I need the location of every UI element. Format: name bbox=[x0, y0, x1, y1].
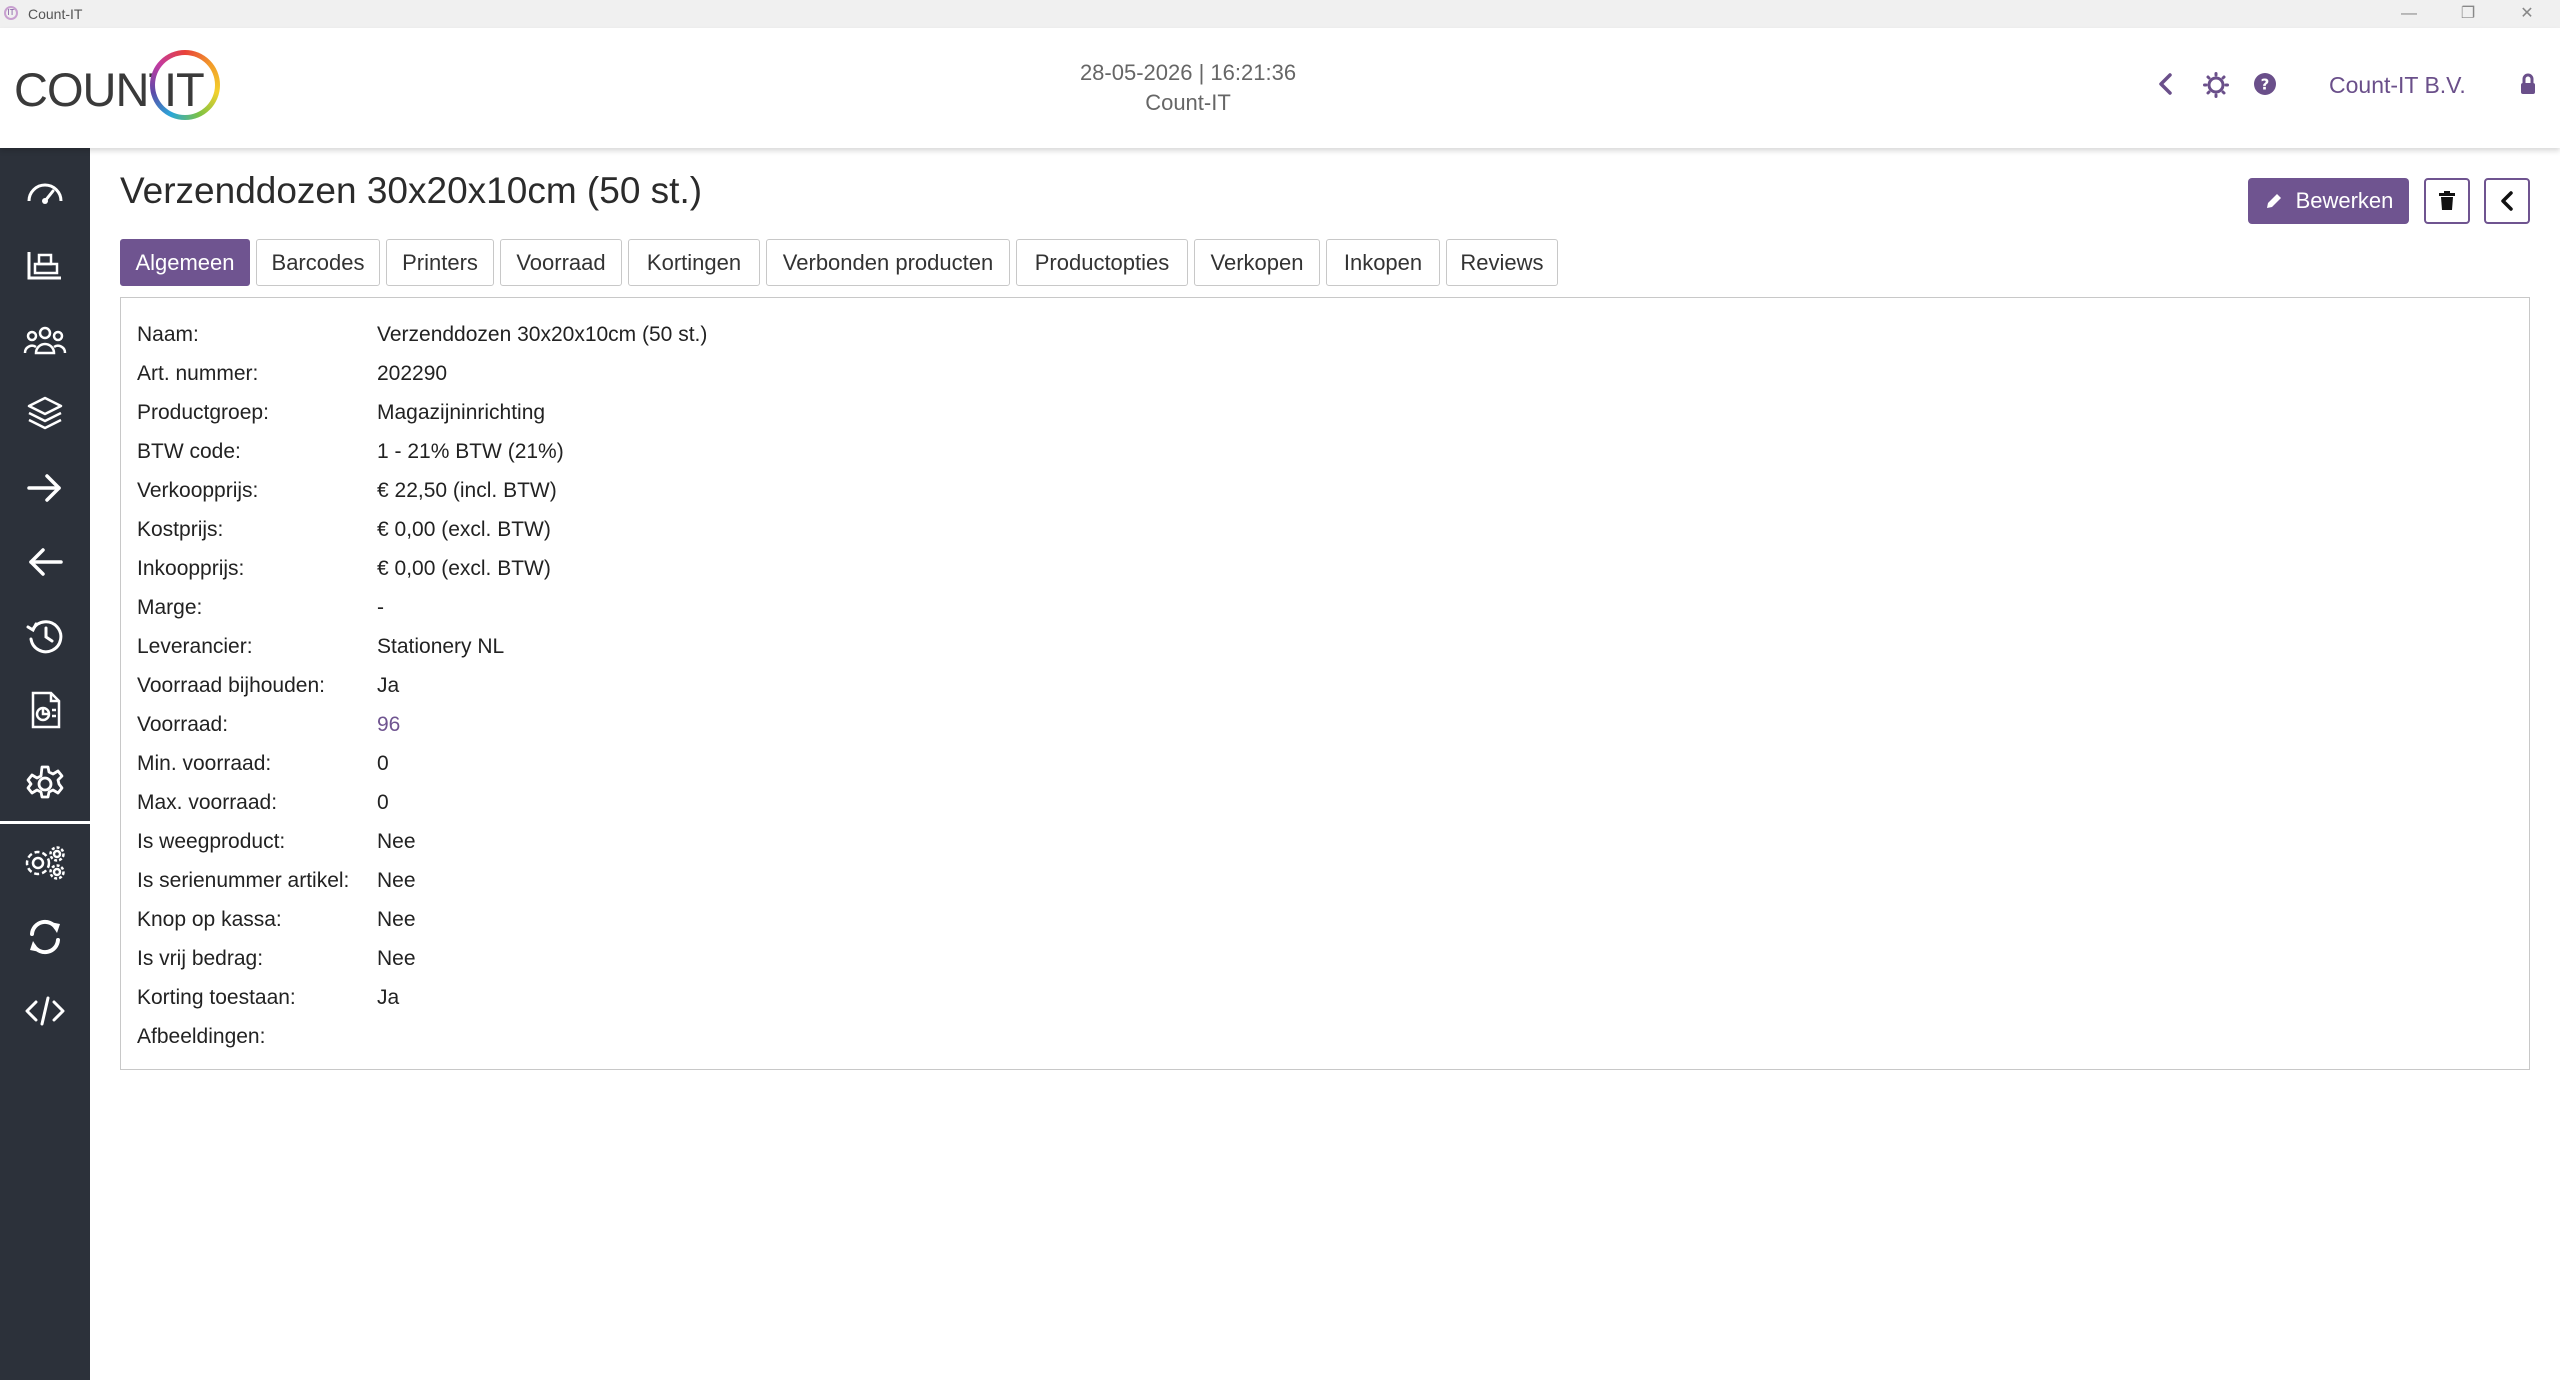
minimize-button[interactable]: — bbox=[2389, 2, 2429, 26]
trash-icon bbox=[2439, 191, 2455, 210]
settings-icon bbox=[26, 765, 64, 799]
svg-text:?: ? bbox=[2261, 76, 2270, 94]
tab-verbonden-producten[interactable]: Verbonden producten bbox=[766, 239, 1010, 286]
edit-button-label: Bewerken bbox=[2295, 188, 2394, 213]
tab-verkopen[interactable]: Verkopen bbox=[1194, 239, 1320, 286]
chevron-left-icon bbox=[2501, 191, 2513, 211]
close-button[interactable]: ✕ bbox=[2507, 2, 2547, 26]
detail-label: Leverancier: bbox=[137, 635, 253, 658]
detail-label: Productgroep: bbox=[137, 401, 269, 424]
detail-value: Stationery NL bbox=[377, 635, 505, 658]
sidebar-item-history[interactable] bbox=[0, 599, 90, 673]
restore-button[interactable]: ❐ bbox=[2448, 2, 2488, 26]
history-icon bbox=[26, 620, 63, 654]
store-name: Count-IT bbox=[1145, 90, 1231, 115]
detail-value: € 0,00 (excl. BTW) bbox=[377, 518, 551, 541]
detail-value: Nee bbox=[377, 908, 416, 931]
sidebar-item-outgoing[interactable] bbox=[0, 451, 90, 525]
back-chevron-icon[interactable] bbox=[2152, 72, 2180, 100]
sidebar bbox=[0, 148, 90, 1380]
detail-label: Inkoopprijs: bbox=[137, 557, 245, 580]
detail-label: Min. voorraad: bbox=[137, 752, 272, 775]
tab-voorraad[interactable]: Voorraad bbox=[500, 239, 622, 286]
logo-it: IT bbox=[164, 63, 205, 116]
detail-value: € 0,00 (excl. BTW) bbox=[377, 557, 551, 580]
detail-value: Ja bbox=[377, 674, 400, 697]
register-icon bbox=[27, 252, 61, 280]
arrow-left-icon bbox=[29, 548, 63, 576]
datetime: 28-05-2026 | 16:21:36 bbox=[1079, 60, 1297, 85]
detail-label: Max. voorraad: bbox=[137, 791, 278, 814]
app-header: COUNT IT 28-05-2026 | 16:21:36 Count-IT … bbox=[0, 28, 2560, 148]
header-center: 28-05-2026 | 16:21:36 Count-IT bbox=[1000, 58, 1376, 118]
detail-value: Verzenddozen 30x20x10cm (50 st.) bbox=[377, 323, 708, 346]
detail-label: Voorraad: bbox=[137, 713, 229, 736]
lock-icon[interactable] bbox=[2514, 72, 2542, 100]
detail-label: Naam: bbox=[137, 323, 199, 346]
detail-label: BTW code: bbox=[137, 440, 241, 463]
window-title: Count-IT bbox=[28, 6, 83, 22]
help-icon[interactable]: ? bbox=[2251, 72, 2279, 100]
sun-icon[interactable] bbox=[2202, 72, 2230, 100]
detail-value: € 22,50 (incl. BTW) bbox=[377, 479, 557, 502]
page-title: Verzenddozen 30x20x10cm (50 st.) bbox=[120, 170, 703, 211]
company-name[interactable]: Count-IT B.V. bbox=[2329, 72, 2466, 99]
detail-value: 202290 bbox=[377, 362, 448, 385]
delete-button[interactable] bbox=[2424, 178, 2470, 224]
sidebar-item-incoming[interactable] bbox=[0, 525, 90, 599]
tab-reviews[interactable]: Reviews bbox=[1446, 239, 1558, 286]
sync-icon bbox=[30, 919, 60, 955]
reports-icon bbox=[31, 691, 61, 729]
detail-label: Is weegproduct: bbox=[137, 830, 286, 853]
sidebar-item-reports[interactable] bbox=[0, 673, 90, 747]
window-titlebar: IT Count-IT — ❐ ✕ bbox=[0, 0, 2560, 28]
detail-value: Nee bbox=[377, 830, 416, 853]
detail-value: Magazijninrichting bbox=[377, 401, 546, 424]
tab-kortingen[interactable]: Kortingen bbox=[628, 239, 760, 286]
pencil-icon bbox=[2266, 194, 2281, 208]
detail-label: Is vrij bedrag: bbox=[137, 947, 264, 970]
arrow-right-icon bbox=[27, 474, 61, 502]
sidebar-item-developer[interactable] bbox=[0, 974, 90, 1048]
app-icon: IT bbox=[4, 6, 18, 20]
detail-value: 0 bbox=[377, 752, 389, 775]
details-panel: Naam: Verzenddozen 30x20x10cm (50 st.) Ar… bbox=[120, 297, 2530, 1070]
detail-value: Ja bbox=[377, 986, 400, 1009]
sidebar-separator bbox=[0, 821, 90, 824]
sidebar-item-products[interactable] bbox=[0, 377, 90, 451]
products-icon bbox=[27, 396, 63, 430]
detail-value: 1 - 21% BTW (21%) bbox=[377, 440, 564, 463]
back-button[interactable] bbox=[2484, 178, 2530, 224]
detail-label: Verkoopprijs: bbox=[137, 479, 259, 502]
tab-barcodes[interactable]: Barcodes bbox=[256, 239, 380, 286]
detail-label: Voorraad bijhouden: bbox=[137, 674, 325, 697]
detail-value: Nee bbox=[377, 947, 416, 970]
tab-productopties[interactable]: Productopties bbox=[1016, 239, 1188, 286]
detail-label: Kostprijs: bbox=[137, 518, 224, 541]
sidebar-item-settings[interactable] bbox=[0, 747, 90, 821]
sidebar-item-register[interactable] bbox=[0, 229, 90, 303]
sidebar-item-customers[interactable] bbox=[0, 303, 90, 377]
detail-label: Knop op kassa: bbox=[137, 908, 282, 931]
sidebar-item-advanced-settings[interactable] bbox=[0, 826, 90, 900]
tab-algemeen[interactable]: Algemeen bbox=[120, 239, 250, 286]
detail-label: Afbeeldingen: bbox=[137, 1025, 266, 1048]
detail-value: Nee bbox=[377, 869, 416, 892]
code-icon bbox=[25, 996, 65, 1026]
edit-button[interactable]: Bewerken bbox=[2248, 178, 2409, 224]
dashboard-icon bbox=[27, 183, 63, 204]
detail-label: Art. nummer: bbox=[137, 362, 259, 385]
detail-value: - bbox=[377, 596, 384, 619]
detail-label: Is serienummer artikel: bbox=[137, 869, 350, 892]
voorraad-link[interactable]: 96 bbox=[377, 705, 400, 744]
advanced-settings-icon bbox=[25, 846, 65, 880]
tab-printers[interactable]: Printers bbox=[386, 239, 494, 286]
detail-value: 0 bbox=[377, 791, 389, 814]
detail-label: Marge: bbox=[137, 596, 203, 619]
sidebar-item-sync[interactable] bbox=[0, 900, 90, 974]
detail-label: Korting toestaan: bbox=[137, 986, 296, 1009]
sidebar-item-dashboard[interactable] bbox=[0, 155, 90, 229]
customers-icon bbox=[23, 326, 67, 355]
tab-inkopen[interactable]: Inkopen bbox=[1326, 239, 1440, 286]
